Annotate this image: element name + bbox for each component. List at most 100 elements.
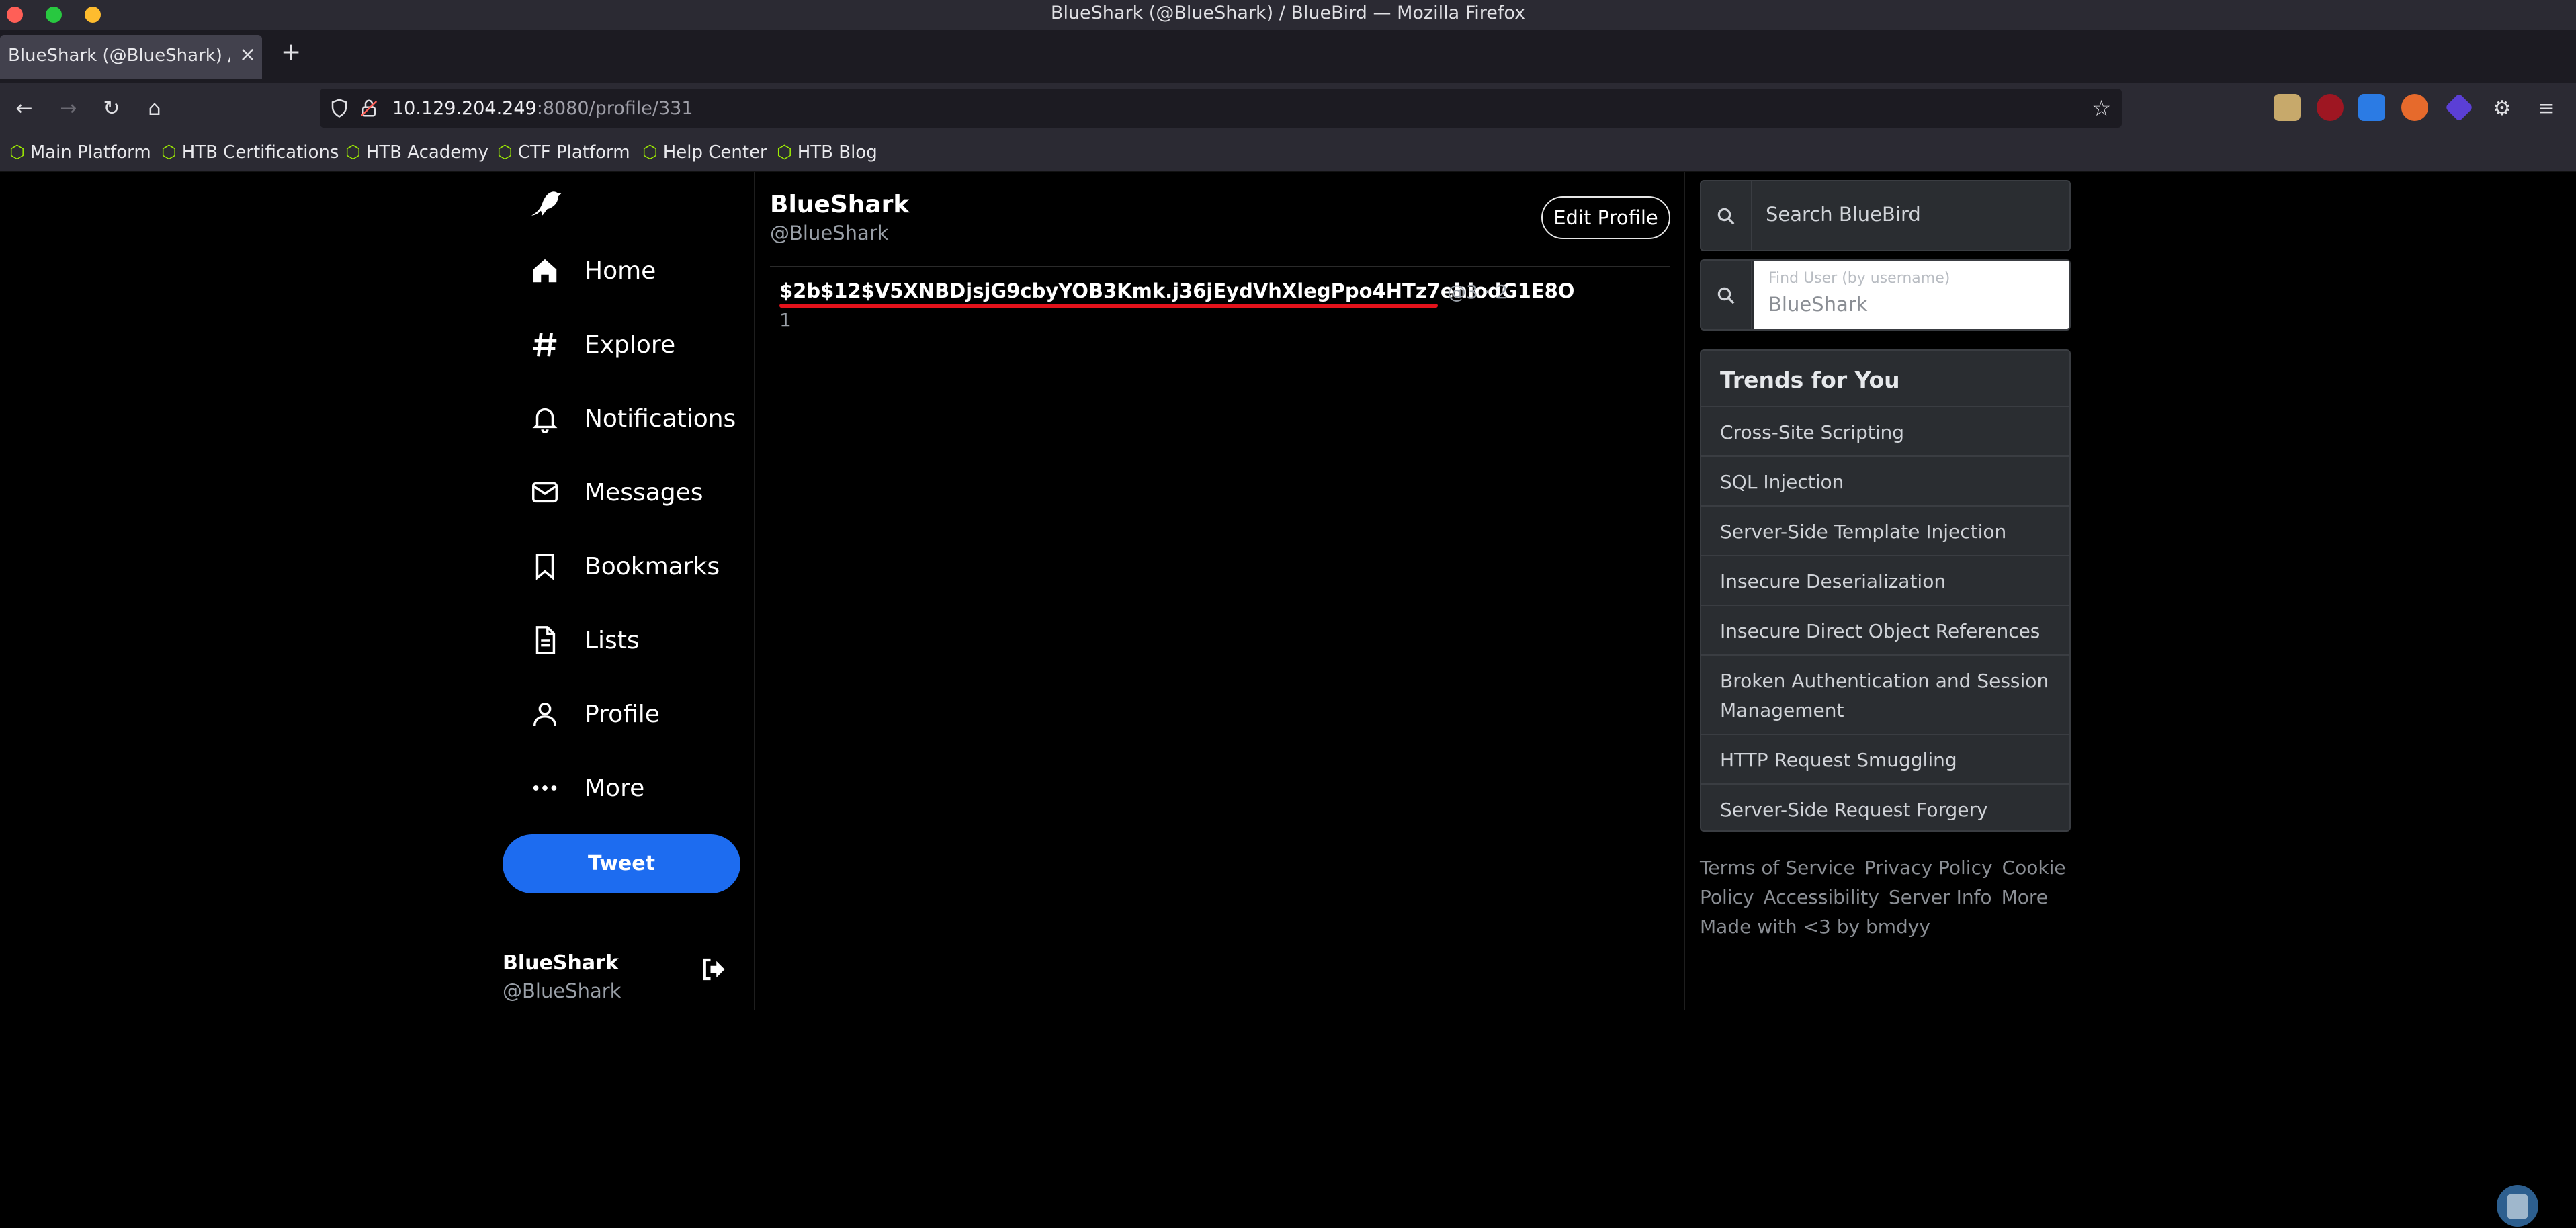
bookmark-label: HTB Academy [366, 142, 489, 163]
navigation-toolbar: ← → ↻ ⌂ 10.129.204.249:8080/profile/331 … [0, 83, 2576, 134]
bookmark-label: HTB Certifications [181, 142, 339, 163]
nav-messages[interactable]: Messages [529, 477, 703, 508]
bookmark-htb-academy[interactable]: ⬡ HTB Academy [345, 140, 488, 165]
find-user-label: Find User (by username) [1768, 270, 1950, 287]
bookmark-help-center[interactable]: ⬡ Help Center [642, 140, 767, 165]
new-tab-icon[interactable]: + [281, 40, 301, 64]
search-icon [1717, 287, 1735, 304]
extension-icon[interactable] [2274, 94, 2301, 121]
find-user-input[interactable]: Find User (by username) BlueShark [1754, 261, 2069, 329]
nav-label: Home [585, 257, 656, 285]
search-icon-container [1701, 261, 1752, 329]
nav-notifications[interactable]: Notifications [529, 403, 736, 434]
url-text: 10.129.204.249:8080/profile/331 [392, 98, 693, 119]
extension-diamond-icon[interactable] [2444, 93, 2474, 122]
bookmark-icon [535, 554, 554, 580]
search-bluebird-box[interactable]: Search BlueBird [1700, 180, 2071, 251]
tab-title: BlueShark (@BlueShark) / BlueBird [8, 46, 230, 66]
profile-handle: @BlueShark [770, 222, 889, 245]
extension-s-icon[interactable] [2358, 94, 2385, 121]
foxyproxy-icon[interactable] [2401, 94, 2428, 121]
bookmark-label: Help Center [662, 142, 767, 163]
tab-close-icon[interactable]: × [239, 43, 256, 67]
nav-explore[interactable]: Explore [529, 329, 675, 360]
find-user-value: BlueShark [1768, 293, 1868, 316]
footer-link[interactable]: Server Info [1889, 886, 1992, 908]
tweet-meta: @3 · 2 [1447, 281, 1508, 303]
url-bar[interactable]: 10.129.204.249:8080/profile/331 ☆ [320, 89, 2122, 128]
edit-profile-button[interactable]: Edit Profile [1541, 196, 1670, 239]
shield-icon[interactable] [329, 98, 349, 118]
column-divider-left [754, 172, 755, 1010]
window-titlebar: BlueShark (@BlueShark) / BlueBird — Mozi… [0, 0, 2576, 30]
page-content: Home Explore Notifications Messages Book… [0, 172, 2576, 1228]
footer-link[interactable]: Terms of Service [1700, 857, 1855, 879]
browser-tab[interactable]: BlueShark (@BlueShark) / BlueBird × [0, 35, 262, 79]
trend-item[interactable]: Insecure Direct Object References [1701, 605, 2069, 657]
htb-cube-icon: ⬡ [497, 142, 513, 163]
profile-name: BlueShark [770, 191, 910, 218]
cookie-icon[interactable]: ⚙ [2487, 94, 2517, 124]
bookmark-ctf-platform[interactable]: ⬡ CTF Platform [497, 140, 630, 165]
bookmarks-toolbar: ⬡ Main Platform ⬡ HTB Certifications ⬡ HTB … [0, 134, 2576, 172]
insecure-lock-icon[interactable] [359, 98, 379, 118]
trend-item[interactable]: Broken Authentication and Session Manage… [1701, 654, 2069, 736]
clipboard-widget-icon[interactable] [2497, 1185, 2538, 1227]
htb-cube-icon: ⬡ [642, 142, 658, 163]
bird-logo-icon[interactable] [527, 184, 564, 222]
trend-item[interactable]: Server-Side Template Injection [1701, 505, 2069, 558]
profile-divider [770, 266, 1670, 267]
nav-label: Notifications [585, 404, 736, 433]
home-icon[interactable]: ⌂ [140, 94, 169, 124]
search-input[interactable]: Search BlueBird [1766, 203, 1921, 226]
htb-cube-icon: ⬡ [345, 142, 361, 163]
trend-item[interactable]: Insecure Deserialization [1701, 555, 2069, 607]
user-icon [533, 702, 557, 726]
footer-link[interactable]: More [2002, 886, 2048, 908]
bookmark-star-icon[interactable]: ☆ [2092, 95, 2111, 121]
sidebar-footer: Terms of Service Privacy Policy Cookie Pol… [1700, 853, 2071, 942]
htb-cube-icon: ⬡ [9, 142, 25, 163]
document-icon [535, 626, 556, 654]
footer-link[interactable]: Accessibility [1764, 886, 1879, 908]
tweet-button[interactable]: Tweet [503, 834, 740, 893]
ublock-icon[interactable] [2317, 94, 2344, 121]
home-icon [533, 259, 557, 283]
hashtag-icon [533, 333, 557, 357]
red-underline-annotation [779, 304, 1438, 308]
nav-more[interactable]: More [529, 773, 644, 803]
trend-item[interactable]: SQL Injection [1701, 455, 2069, 508]
bell-icon [532, 408, 558, 433]
account-handle: @BlueShark [503, 979, 621, 1002]
nav-bookmarks[interactable]: Bookmarks [529, 551, 720, 582]
forward-icon[interactable]: → [54, 94, 83, 124]
find-user-box[interactable]: Find User (by username) BlueShark [1700, 259, 2071, 331]
bookmark-label: HTB Blog [797, 142, 877, 163]
envelope-icon [532, 482, 558, 503]
nav-home[interactable]: Home [529, 255, 656, 286]
nav-label: Lists [585, 626, 640, 654]
reload-icon[interactable]: ↻ [97, 94, 126, 124]
column-divider-right [1684, 172, 1685, 1010]
menu-icon[interactable]: ≡ [2532, 94, 2561, 124]
tweet-count: 1 [779, 309, 791, 331]
trends-title: Trends for You [1720, 367, 1900, 393]
nav-label: More [585, 774, 645, 802]
logout-icon[interactable] [699, 955, 727, 983]
trend-item[interactable]: Server-Side Request Forgery [1701, 783, 2069, 836]
bookmark-htb-certifications[interactable]: ⬡ HTB Certifications [161, 140, 339, 165]
ellipsis-icon [533, 785, 557, 791]
trend-item[interactable]: Cross-Site Scripting [1701, 406, 2069, 458]
trend-item[interactable]: HTTP Request Smuggling [1701, 734, 2069, 786]
bookmark-main-platform[interactable]: ⬡ Main Platform [9, 140, 151, 165]
bookmark-label: Main Platform [30, 142, 151, 163]
footer-link[interactable]: Privacy Policy [1864, 857, 1993, 879]
nav-lists[interactable]: Lists [529, 625, 640, 656]
search-icon [1717, 208, 1735, 225]
bookmark-htb-blog[interactable]: ⬡ HTB Blog [777, 140, 877, 165]
nav-profile[interactable]: Profile [529, 699, 660, 730]
url-path: :8080/profile/331 [536, 98, 693, 119]
back-icon[interactable]: ← [9, 94, 39, 124]
nav-label: Explore [585, 331, 676, 359]
search-icon-container [1701, 181, 1752, 250]
